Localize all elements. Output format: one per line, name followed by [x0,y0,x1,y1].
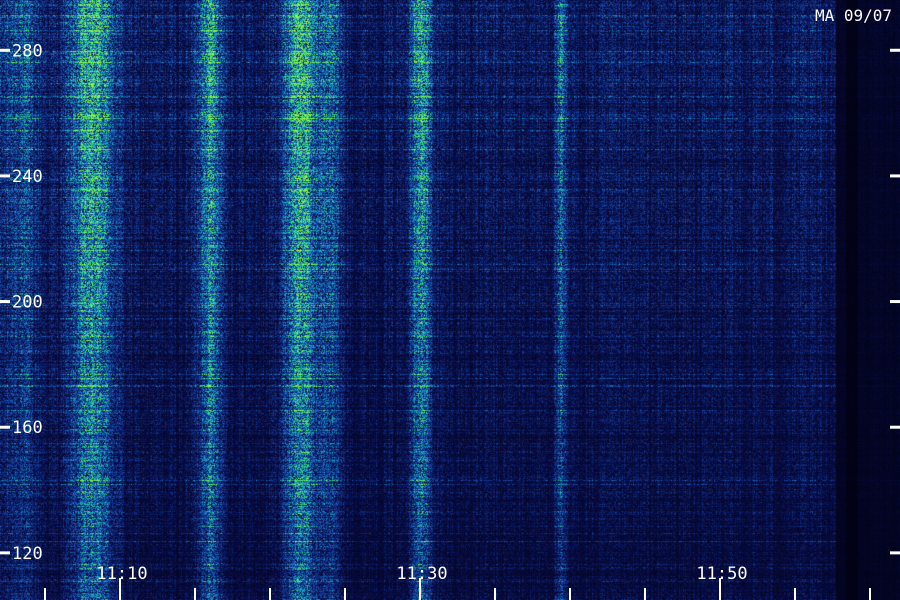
y-tick-label-200: 200 [12,293,43,313]
axis-overlay: 120 160 200 240 280 11:10 11:30 11:50 [0,41,900,600]
station-date-label: MA 09/07 [814,6,892,25]
spectrogram-chart: 120 160 200 240 280 11:10 11:30 11:50 MA 09/07 [0,0,900,600]
x-tick-label-11:10: 11:10 [96,564,147,584]
x-tick-label-11:30: 11:30 [396,564,447,584]
y-tick-label-160: 160 [12,418,43,438]
y-tick-label-240: 240 [12,167,43,187]
y-tick-label-120: 120 [12,544,43,564]
x-tick-label-11:50: 11:50 [696,564,747,584]
y-tick-label-280: 280 [12,41,43,61]
